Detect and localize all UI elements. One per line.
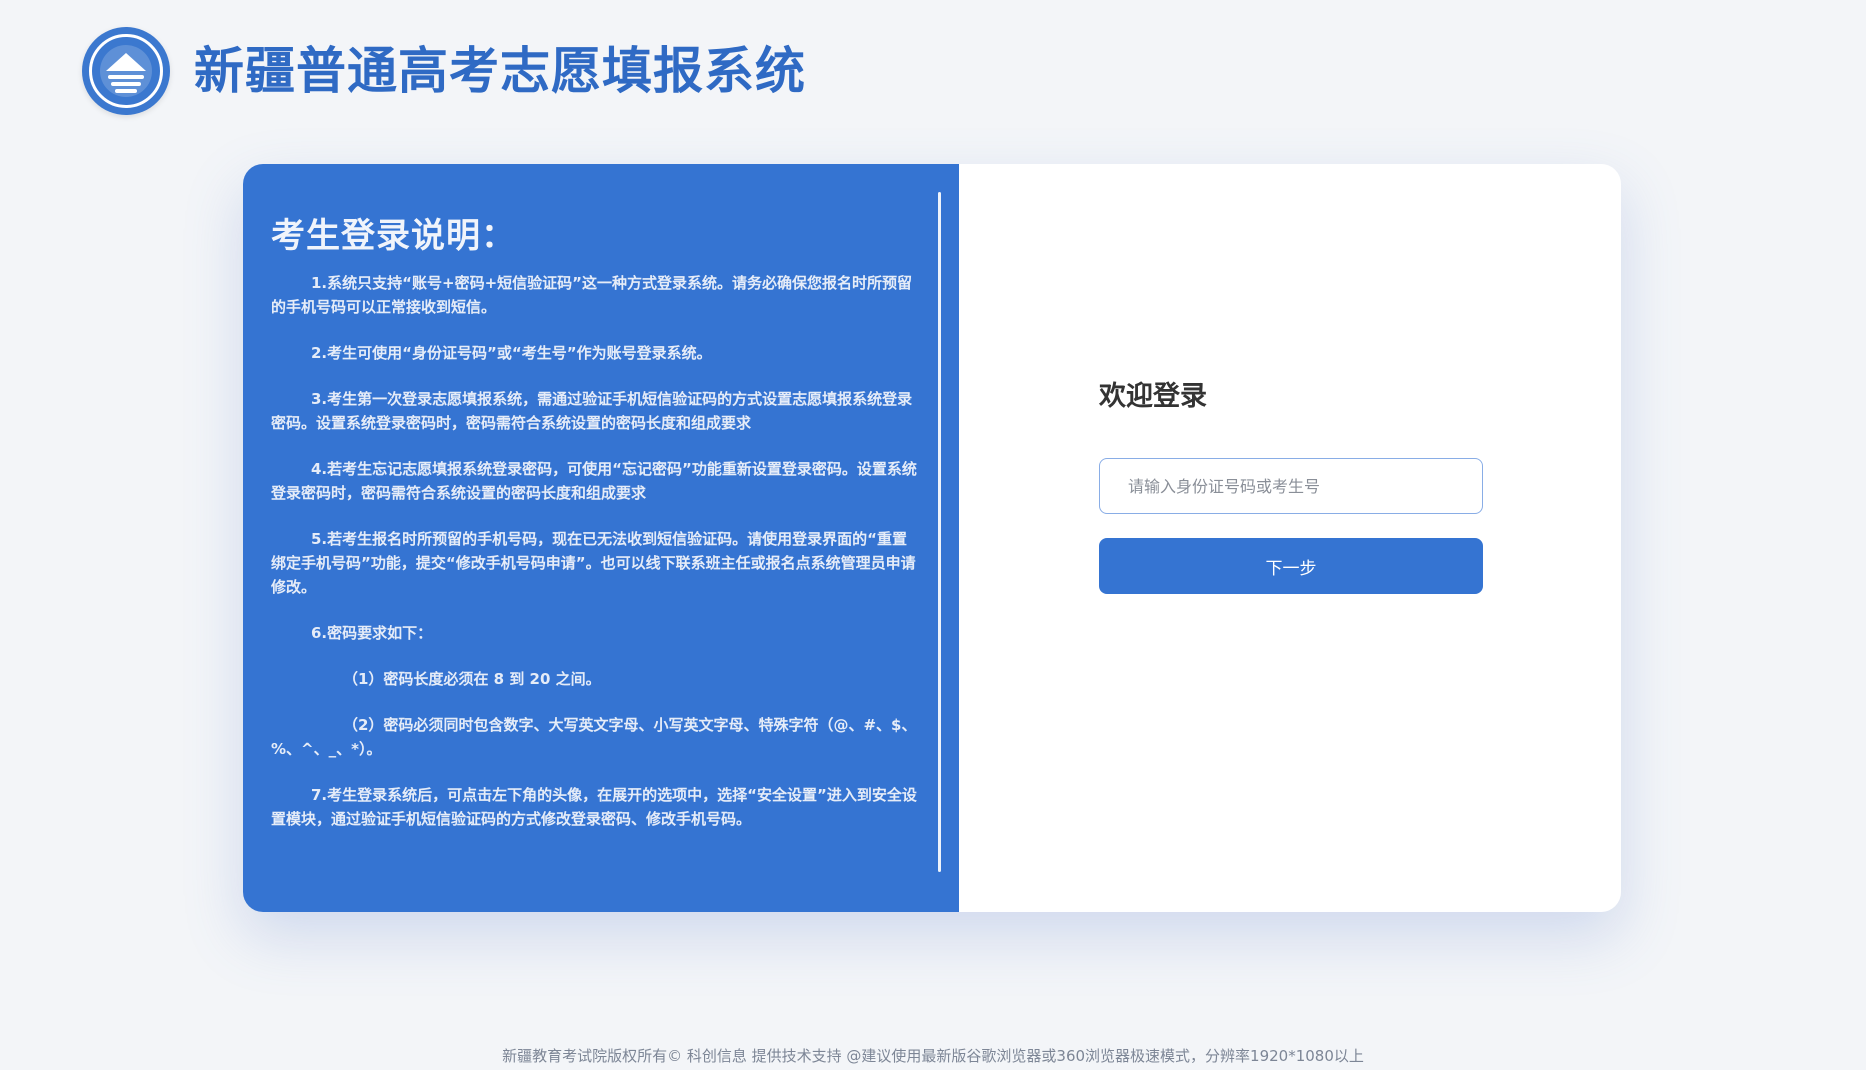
instructions-scroll-area[interactable]: 考生登录说明： 1.系统只支持“账号+密码+短信验证码”这一种方式登录系统。请务…	[271, 208, 925, 888]
next-step-button[interactable]: 下一步	[1099, 538, 1483, 594]
login-instructions-panel: 考生登录说明： 1.系统只支持“账号+密码+短信验证码”这一种方式登录系统。请务…	[243, 164, 959, 912]
instruction-item-5: 5.若考生报名时所预留的手机号码，现在已无法收到短信验证码。请使用登录界面的“重…	[271, 530, 916, 596]
account-input[interactable]	[1099, 458, 1483, 514]
instruction-item-7: 7.考生登录系统后，可点击左下角的头像，在展开的选项中，选择“安全设置”进入到安…	[271, 786, 917, 828]
login-form-panel: 欢迎登录 下一步	[959, 164, 1621, 912]
instruction-item-6: 6.密码要求如下：	[311, 624, 433, 642]
password-requirement-characters: （2）密码必须同时包含数字、大写英文字母、小写英文字母、特殊字符（@、#、$、%…	[271, 716, 917, 758]
password-requirement-length: （1）密码长度必须在 8 到 20 之间。	[343, 670, 601, 688]
instruction-item-2: 2.考生可使用“身份证号码”或“考生号”作为账号登录系统。	[311, 344, 712, 362]
instruction-item-3: 3.考生第一次登录志愿填报系统，需通过验证手机短信验证码的方式设置志愿填报系统登…	[271, 390, 913, 432]
education-seal-icon	[82, 27, 170, 115]
instruction-item-4: 4.若考生忘记志愿填报系统登录密码，可使用“忘记密码”功能重新设置登录密码。设置…	[271, 460, 917, 502]
site-header: 新疆普通高考志愿填报系统	[82, 26, 806, 116]
instruction-item-1: 1.系统只支持“账号+密码+短信验证码”这一种方式登录系统。请务必确保您报名时所…	[271, 274, 912, 316]
login-heading: 欢迎登录	[1099, 381, 1207, 412]
site-title: 新疆普通高考志愿填报系统	[194, 42, 806, 100]
footer-copyright: 新疆教育考试院版权所有© 科创信息 提供技术支持 @建议使用最新版谷歌浏览器或3…	[502, 1047, 1364, 1065]
login-card: 考生登录说明： 1.系统只支持“账号+密码+短信验证码”这一种方式登录系统。请务…	[243, 164, 1621, 912]
instructions-scrollbar[interactable]	[938, 192, 941, 872]
instructions-title: 考生登录说明：	[271, 216, 516, 256]
